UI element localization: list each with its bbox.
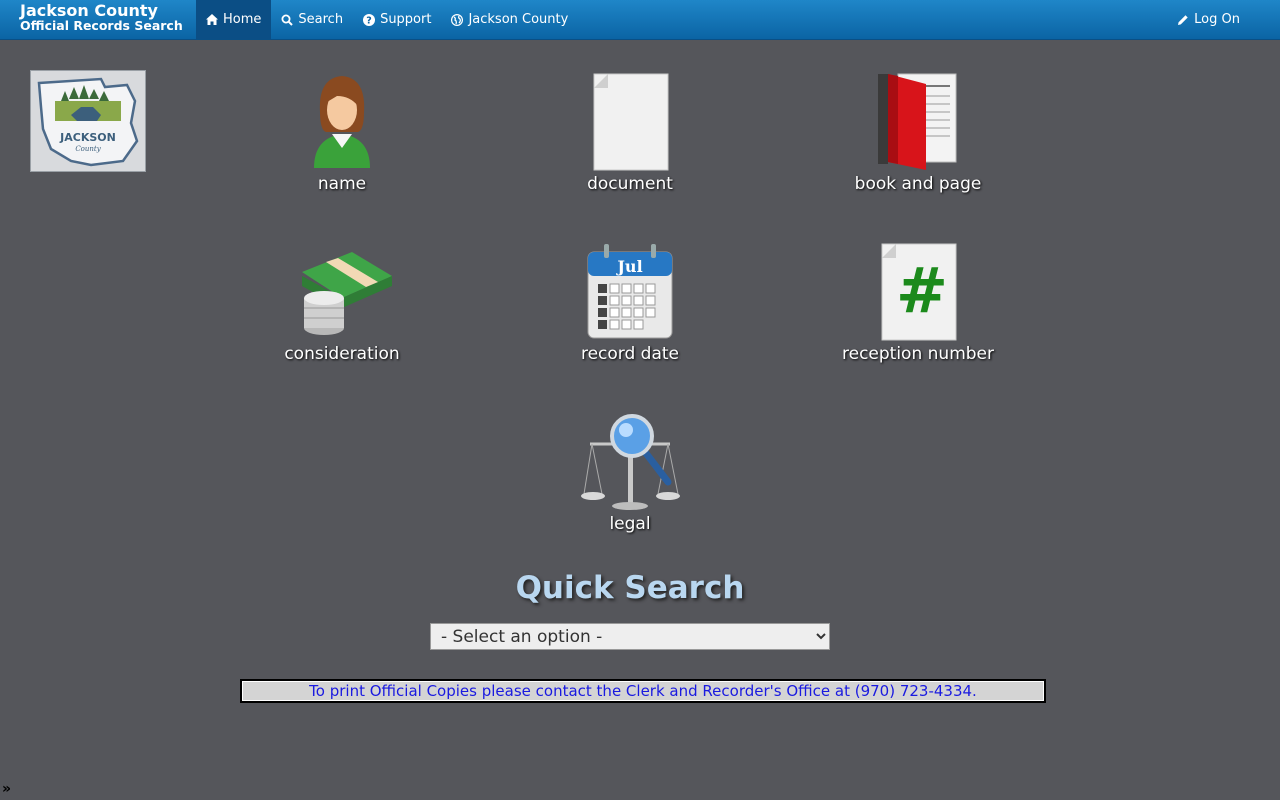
money-icon [302,252,392,335]
tile-legal[interactable]: legal [510,412,750,534]
tile-name-label: name [317,174,367,194]
tile-book-and-page-label: book and page [854,174,982,194]
svg-text:#: # [896,254,948,327]
brand-subtitle: Official Records Search [20,18,183,33]
tile-record-date-label: record date [580,344,680,364]
jackson-county-logo[interactable]: JACKSON County [30,70,146,172]
expand-toggle[interactable]: » [2,781,11,797]
nav-menu: Home Search ? Support Jackson County [196,0,578,39]
official-copies-notice: To print Official Copies please contact … [240,679,1046,703]
nav-search[interactable]: Search [271,0,353,39]
top-navbar: Jackson County Official Records Search H… [0,0,1280,40]
log-on-label: Log On [1194,12,1240,27]
home-icon [206,14,218,25]
logo-text: JACKSON [59,131,116,144]
tile-name[interactable]: name [222,72,462,194]
svg-text:?: ? [366,15,372,25]
brand-title: Jackson County [20,1,158,20]
nav-search-label: Search [298,12,344,27]
tile-reception-number[interactable]: # reception number [798,242,1038,364]
nav-jackson-county-label: Jackson County [468,12,569,27]
hash-document-icon: # [881,243,957,341]
nav-jackson-county[interactable]: Jackson County [441,0,578,39]
logo-subtext: County [75,145,101,153]
quick-search-title: Quick Search [515,570,745,606]
tile-document[interactable]: document [510,72,750,194]
document-icon [593,73,669,171]
pencil-icon [1177,14,1189,26]
brand[interactable]: Jackson County Official Records Search [20,3,183,33]
search-icon [281,14,294,26]
person-icon [314,76,370,168]
quick-search-select[interactable]: - Select an option - [430,623,830,650]
nav-home[interactable]: Home [196,0,272,39]
tile-record-date[interactable]: Jul record date [510,242,750,364]
question-icon: ? [363,13,376,26]
tile-consideration-label: consideration [284,344,400,364]
log-on-button[interactable]: Log On [1167,0,1250,39]
scales-icon [581,414,680,510]
nav-support-label: Support [380,12,432,27]
tile-book-and-page[interactable]: book and page [798,72,1038,194]
calendar-icon: Jul [587,244,673,339]
tile-consideration[interactable]: consideration [222,242,462,364]
nav-home-label: Home [223,12,262,27]
calendar-month-label: Jul [615,257,642,276]
nav-support[interactable]: ? Support [353,0,441,39]
globe-icon [451,13,464,26]
tile-reception-number-label: reception number [842,344,994,364]
tile-legal-label: legal [609,514,651,534]
tile-document-label: document [587,174,673,194]
book-icon [878,73,957,170]
